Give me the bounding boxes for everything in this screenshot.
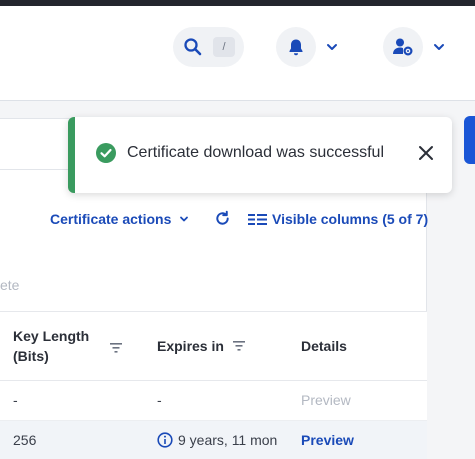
visible-columns-button[interactable]: Visible columns (5 of 7) — [248, 209, 428, 229]
column-header-details: Details — [301, 338, 347, 354]
visible-columns-label: Visible columns (5 of 7) — [272, 211, 429, 227]
column-header-key-length[interactable]: Key Length (Bits) — [13, 326, 103, 366]
app-header: / — [0, 6, 475, 101]
side-panel-tab[interactable] — [464, 116, 475, 164]
expires-in-cell: - — [157, 392, 162, 408]
expires-in-value: 9 years, 11 mon — [178, 432, 278, 448]
search-shortcut-key: / — [213, 37, 235, 57]
filter-hint-text: ete — [0, 277, 20, 293]
filter-icon[interactable] — [109, 342, 123, 354]
filter-icon[interactable] — [232, 340, 246, 352]
certificate-actions-label: Certificate actions — [50, 211, 172, 227]
table-row: 256 9 years, 11 mon Preview — [0, 421, 427, 459]
table-row: - - Preview — [0, 381, 427, 421]
chevron-down-icon[interactable] — [432, 40, 446, 54]
background-card — [0, 118, 70, 170]
search-button[interactable]: / — [173, 27, 244, 67]
column-header-label: Expires in — [157, 338, 224, 354]
close-icon[interactable] — [418, 145, 434, 161]
info-icon[interactable] — [157, 432, 173, 448]
bell-icon — [289, 39, 303, 56]
columns-icon — [248, 213, 267, 225]
certificate-actions-dropdown[interactable]: Certificate actions — [50, 209, 189, 229]
search-icon — [184, 38, 202, 56]
expires-in-cell: 9 years, 11 mon — [157, 432, 284, 448]
notifications-button[interactable] — [276, 27, 316, 67]
preview-link[interactable]: Preview — [301, 432, 354, 448]
chevron-down-icon — [180, 216, 189, 222]
user-settings-button[interactable] — [383, 27, 423, 67]
key-length-cell: 256 — [13, 432, 37, 448]
preview-link-disabled: Preview — [301, 392, 351, 408]
chevron-down-icon[interactable] — [325, 40, 339, 54]
key-length-cell: - — [13, 392, 18, 408]
user-gear-icon — [393, 38, 413, 56]
success-toast: Certificate download was successful — [68, 117, 452, 193]
check-circle-icon — [96, 143, 116, 163]
refresh-icon[interactable] — [214, 210, 231, 227]
column-header-expires-in[interactable]: Expires in — [157, 336, 246, 356]
table-header: Key Length (Bits) Expires in Details — [0, 311, 427, 381]
toast-message: Certificate download was successful — [127, 144, 385, 161]
